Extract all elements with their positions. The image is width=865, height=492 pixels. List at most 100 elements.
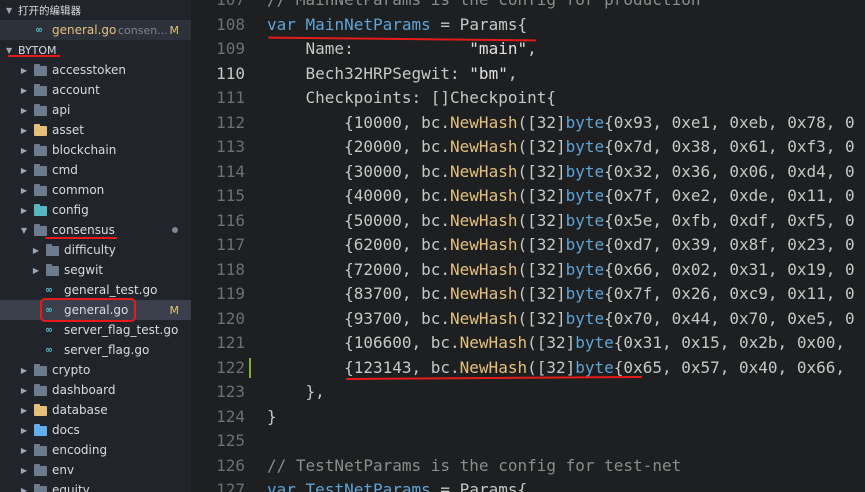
chevron-right-icon[interactable]: ▶ xyxy=(20,106,28,115)
tree-item-api[interactable]: ▶ api xyxy=(0,100,191,120)
tree-item-common[interactable]: ▶ common xyxy=(0,180,191,200)
chevron-right-icon[interactable]: ▶ xyxy=(32,246,40,255)
open-editor-item[interactable]: ∞ general.go consen... M xyxy=(0,20,191,40)
code-token: ([32] xyxy=(517,259,566,279)
folder-icon xyxy=(34,84,47,96)
folder-icon xyxy=(46,264,59,276)
code-line[interactable]: // TestNetParams is the config for test-… xyxy=(267,454,681,479)
code-line[interactable]: } xyxy=(267,405,277,430)
open-editor-filename: general.go xyxy=(52,23,117,37)
chevron-right-icon[interactable]: ▶ xyxy=(20,446,28,455)
code-line[interactable]: {106600, bc.NewHash([32]byte{0x31, 0x15,… xyxy=(267,331,845,356)
tree-item-dashboard[interactable]: ▶ dashboard xyxy=(0,380,191,400)
code-line[interactable]: {40000, bc.NewHash([32]byte{0x7f, 0xe2, … xyxy=(267,184,855,209)
code-token: NewHash xyxy=(450,284,518,303)
chevron-right-icon[interactable]: ▶ xyxy=(20,206,28,215)
chevron-right-icon[interactable]: ▶ xyxy=(20,66,28,75)
chevron-right-icon[interactable]: ▶ xyxy=(20,166,28,175)
code-line[interactable]: var TestNetParams = Params{ xyxy=(267,478,527,492)
code-area[interactable]: // MainNetParams is the config for produ… xyxy=(267,0,865,492)
chevron-right-icon[interactable]: ▶ xyxy=(20,466,28,475)
code-line[interactable]: {93700, bc.NewHash([32]byte{0x70, 0x44, … xyxy=(267,307,855,332)
chevron-right-icon[interactable]: ▶ xyxy=(20,366,28,375)
tree-item-env[interactable]: ▶ env xyxy=(0,460,191,480)
code-line[interactable]: {83700, bc.NewHash([32]byte{0x7f, 0x26, … xyxy=(267,282,855,307)
code-token: ([32] xyxy=(527,357,576,377)
folder-icon xyxy=(34,484,47,492)
folder-icon xyxy=(34,464,47,476)
code-token: byte xyxy=(565,137,605,156)
code-line[interactable]: {62000, bc.NewHash([32]byte{0xd7, 0x39, … xyxy=(267,233,855,258)
code-token: , xyxy=(527,39,537,58)
chevron-right-icon[interactable]: ▶ xyxy=(20,406,28,415)
tree-item-equity[interactable]: ▶ equity xyxy=(0,480,191,492)
folder-icon xyxy=(34,164,47,176)
code-line[interactable]: {20000, bc.NewHash([32]byte{0x7d, 0x38, … xyxy=(267,135,855,160)
tree-item-label: api xyxy=(52,103,71,117)
code-line[interactable]: var MainNetParams = Params{ xyxy=(267,13,527,38)
tree-item-encoding[interactable]: ▶ encoding xyxy=(0,440,191,460)
code-token: NewHash xyxy=(450,186,518,205)
chevron-right-icon[interactable]: ▶ xyxy=(20,86,28,95)
line-number: 115 xyxy=(216,186,245,205)
chevron-right-icon[interactable]: ▶ xyxy=(32,266,40,275)
chevron-down-icon[interactable]: ▼ xyxy=(20,226,28,235)
open-editors-header[interactable]: ▼ 打开的编辑器 xyxy=(0,0,191,20)
tree-item-crypto[interactable]: ▶ crypto xyxy=(0,360,191,380)
tree-item-accesstoken[interactable]: ▶ accesstoken xyxy=(0,60,191,80)
code-line[interactable]: Checkpoints: []Checkpoint{ xyxy=(267,86,556,111)
code-line[interactable]: {50000, bc.NewHash([32]byte{0x5e, 0xfb, … xyxy=(267,209,855,234)
code-token: ([32] xyxy=(517,137,566,156)
tree-item-label: common xyxy=(52,183,105,197)
code-token: {0x32, 0x36, 0x06, 0xd4, 0 xyxy=(604,161,855,181)
tree-item-segwit[interactable]: ▶ segwit xyxy=(0,260,191,280)
folder-icon xyxy=(34,104,47,116)
code-line[interactable]: Bech32HRPSegwit: "bm", xyxy=(267,62,518,87)
line-number: 119 xyxy=(216,284,245,303)
tree-item-blockchain[interactable]: ▶ blockchain xyxy=(0,140,191,160)
chevron-right-icon[interactable]: ▶ xyxy=(20,426,28,435)
code-token: byte xyxy=(565,284,605,303)
code-token: {0x7f, 0xe2, 0xde, 0x11, 0 xyxy=(604,186,855,205)
go-file-icon: ∞ xyxy=(46,324,53,336)
code-token: {106600, bc. xyxy=(267,333,460,352)
code-token: {62000, bc. xyxy=(267,235,451,254)
tree-item-docs[interactable]: ▶ docs xyxy=(0,420,191,440)
code-token: }, xyxy=(267,382,325,401)
code-line[interactable]: {10000, bc.NewHash([32]byte{0x93, 0xe1, … xyxy=(267,111,855,136)
editor-pane[interactable]: 107108 109 110 111 112 113 114 115 116 117 118 119 1… xyxy=(191,0,865,492)
code-token: {83700, bc. xyxy=(267,284,451,303)
code-line[interactable]: {72000, bc.NewHash([32]byte{0x66, 0x02, … xyxy=(267,258,855,283)
tree-item-config[interactable]: ▶ config xyxy=(0,200,191,220)
chevron-right-icon[interactable]: ▶ xyxy=(20,386,28,395)
code-token: {30000, bc. xyxy=(267,161,451,181)
tree-item-difficulty[interactable]: ▶ difficulty xyxy=(0,240,191,260)
code-token: Name: xyxy=(267,39,470,58)
project-root-header[interactable]: ▼ BYTOM xyxy=(0,40,191,60)
code-token: {0x66, 0x02, 0x31, 0x19, 0 xyxy=(604,259,855,279)
code-line[interactable]: }, xyxy=(267,380,325,405)
chevron-right-icon[interactable]: ▶ xyxy=(20,126,28,135)
line-number: 124 xyxy=(216,406,245,426)
tree-item-account[interactable]: ▶ account xyxy=(0,80,191,100)
code-line[interactable]: {30000, bc.NewHash([32]byte{0x32, 0x36, … xyxy=(267,160,855,185)
code-token: Checkpoints: []Checkpoint{ xyxy=(267,88,556,107)
code-token: MainNetParams xyxy=(305,14,431,34)
chevron-right-icon[interactable]: ▶ xyxy=(20,486,28,492)
code-token: {0x70, 0x44, 0x70, 0xe5, 0 xyxy=(604,308,855,328)
folder-icon xyxy=(34,204,47,216)
tree-item-database[interactable]: ▶ database xyxy=(0,400,191,420)
code-token: ([32] xyxy=(517,112,566,132)
tree-item-general-test-go[interactable]: ∞ general_test.go xyxy=(0,280,191,300)
code-token: ([32] xyxy=(517,186,566,205)
chevron-right-icon[interactable]: ▶ xyxy=(20,186,28,195)
code-token: {0x93, 0xe1, 0xeb, 0x78, 0 xyxy=(604,112,855,132)
tree-item-cmd[interactable]: ▶ cmd xyxy=(0,160,191,180)
code-token: "main" xyxy=(469,39,528,58)
chevron-right-icon[interactable]: ▶ xyxy=(20,146,28,155)
tree-item-label: difficulty xyxy=(64,243,116,257)
tree-item-asset[interactable]: ▶ asset xyxy=(0,120,191,140)
tree-item-server-flag-test-go[interactable]: ∞ server_flag_test.go xyxy=(0,320,191,340)
tree-item-server-flag-go[interactable]: ∞ server_flag.go xyxy=(0,340,191,360)
code-line[interactable]: // MainNetParams is the config for produ… xyxy=(267,0,700,13)
